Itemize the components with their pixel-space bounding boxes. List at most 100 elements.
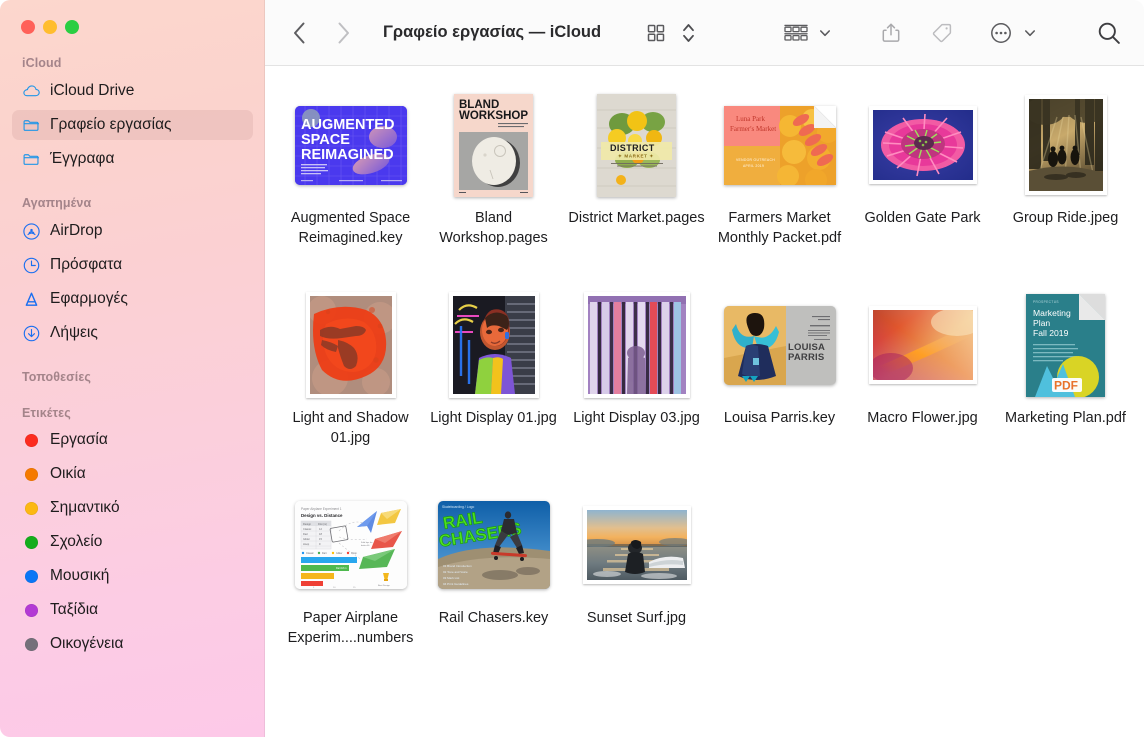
- minimize-window-button[interactable]: [43, 20, 57, 34]
- svg-text:better lift: better lift: [361, 544, 370, 547]
- light-display-01-thumbnail: [449, 292, 539, 398]
- thumbnail: Skateboarding / Logo RAIL CHASERS: [428, 490, 560, 600]
- sidebar-item-label: Έγγραφα: [50, 150, 114, 168]
- file-item[interactable]: Sunset Surf.jpg: [565, 484, 708, 684]
- sidebar-item-label: AirDrop: [50, 222, 103, 240]
- light-display-03-thumbnail: [584, 292, 690, 398]
- file-item[interactable]: BLAND WORKSHOP: [422, 84, 565, 284]
- svg-text:Dart: Dart: [303, 532, 308, 536]
- file-item[interactable]: Light and Shadow 01.jpg: [279, 284, 422, 484]
- sunset-surf-thumbnail: [583, 506, 691, 584]
- tag-dot-yellow-icon: [25, 502, 38, 515]
- more-actions-chevron[interactable]: [1020, 18, 1040, 48]
- file-name: Macro Flower.jpg: [854, 408, 992, 428]
- file-item[interactable]: Light Display 03.jpg: [565, 284, 708, 484]
- sidebar-item-downloads[interactable]: Λήψεις: [12, 318, 253, 348]
- sidebar-tag-home[interactable]: Οικία: [12, 460, 253, 488]
- share-button[interactable]: [877, 18, 905, 48]
- thumbnail: [571, 290, 703, 400]
- sidebar-item-label: Λήψεις: [50, 324, 98, 342]
- toolbar-share: [877, 18, 957, 48]
- sidebar-item-label: Εφαρμογές: [50, 290, 128, 308]
- sidebar-tag-travel[interactable]: Ταξίδια: [12, 596, 253, 624]
- svg-text:Classic: Classic: [306, 552, 315, 555]
- file-name: Paper Airplane Experim....numbers: [282, 608, 420, 648]
- thumbnail: [857, 90, 989, 200]
- sidebar-item-documents[interactable]: Έγγραφα: [12, 144, 253, 174]
- file-item[interactable]: Light Display 01.jpg: [422, 284, 565, 484]
- sidebar-item-label: Γραφείο εργασίας: [50, 116, 172, 134]
- back-button[interactable]: [287, 19, 311, 47]
- file-browser-content[interactable]: AUGMENTED SPACE REIMAGINED Aug: [265, 66, 1144, 737]
- file-item[interactable]: Golden Gate Park: [851, 84, 994, 284]
- tag-dot-red-icon: [25, 434, 38, 447]
- file-item[interactable]: LOUISA PARRIS Louisa Parr: [708, 284, 851, 484]
- view-stepper[interactable]: [678, 18, 699, 48]
- file-name: Bland Workshop.pages: [425, 208, 563, 248]
- group-by-button[interactable]: [779, 18, 813, 48]
- file-item[interactable]: Skateboarding / Logo RAIL CHASERS: [422, 484, 565, 684]
- file-name: Rail Chasers.key: [425, 608, 563, 628]
- forward-button[interactable]: [331, 19, 355, 47]
- thumbnail: [428, 290, 560, 400]
- sidebar-tag-music[interactable]: Μουσική: [12, 562, 253, 590]
- rail-chasers-thumbnail: Skateboarding / Logo RAIL CHASERS: [438, 501, 550, 589]
- icon-grid: AUGMENTED SPACE REIMAGINED Aug: [279, 84, 1136, 684]
- sidebar-section-favourites-title: Αγαπημένα: [0, 196, 265, 210]
- file-item[interactable]: PROSPECTUS Marketing Plan Fall 2019: [994, 284, 1137, 484]
- page-title: Γραφείο εργασίας — iCloud: [383, 23, 601, 42]
- svg-text:Farmer's Market: Farmer's Market: [730, 125, 776, 133]
- sidebar-item-applications[interactable]: Εφαρμογές: [12, 284, 253, 314]
- search-button[interactable]: [1092, 18, 1126, 48]
- group-by-chevron[interactable]: [815, 18, 835, 48]
- sidebar-tag-important[interactable]: Σημαντικό: [12, 494, 253, 522]
- thumbnail: BLAND WORKSHOP: [428, 90, 560, 200]
- bland-workshop-thumbnail: BLAND WORKSHOP: [454, 94, 533, 197]
- icon-view-button[interactable]: [642, 18, 670, 48]
- sidebar-item-desktop[interactable]: Γραφείο εργασίας: [12, 110, 253, 140]
- district-market-thumbnail: DISTRICT ✦ MARKET ✦: [597, 94, 676, 197]
- sidebar-tag-family[interactable]: Οικογένεια: [12, 630, 253, 658]
- svg-text:Best Design: Best Design: [378, 584, 391, 587]
- file-name: Augmented Space Reimagined.key: [282, 208, 420, 248]
- sidebar-item-recents[interactable]: Πρόσφατα: [12, 250, 253, 280]
- farmers-market-thumbnail: Luna Park Farmer's Market VENDOR OUTREAC…: [724, 106, 836, 185]
- sidebar-item-label: Ταξίδια: [50, 601, 98, 619]
- tag-button[interactable]: [927, 18, 957, 48]
- sidebar-item-airdrop[interactable]: AirDrop: [12, 216, 253, 246]
- file-item[interactable]: Paper Airplane Experiment 1 Design vs. D…: [279, 484, 422, 684]
- golden-gate-park-thumbnail: [869, 106, 977, 184]
- file-item[interactable]: Luna Park Farmer's Market VENDOR OUTREAC…: [708, 84, 851, 284]
- svg-text:Dist (m): Dist (m): [318, 522, 327, 526]
- tag-dot-orange-icon: [25, 468, 38, 481]
- sidebar-tag-work[interactable]: Εργασία: [12, 426, 253, 454]
- file-item[interactable]: Macro Flower.jpg: [851, 284, 994, 484]
- svg-text:Marketing: Marketing: [1033, 308, 1071, 318]
- file-name: Group Ride.jpeg: [997, 208, 1135, 228]
- svg-text:Design vs. Distance: Design vs. Distance: [301, 513, 343, 518]
- svg-text:01 Brand Introduction: 01 Brand Introduction: [443, 564, 472, 568]
- sidebar-scroll[interactable]: iCloud iCloud Drive Γραφείο εργασίας Έγγ…: [0, 33, 265, 658]
- svg-text:Design: Design: [303, 522, 312, 526]
- sidebar-item-label: Οικία: [50, 465, 86, 483]
- sidebar-section-tags-title: Ετικέτες: [0, 406, 265, 420]
- toolbar: Γραφείο εργασίας — iCloud: [265, 0, 1144, 66]
- maximize-window-button[interactable]: [65, 20, 79, 34]
- augmented-space-thumbnail: AUGMENTED SPACE REIMAGINED: [295, 106, 407, 185]
- file-item[interactable]: DISTRICT ✦ MARKET ✦ District Market.page…: [565, 84, 708, 284]
- file-name: Light Display 03.jpg: [568, 408, 706, 428]
- more-actions-button[interactable]: [985, 18, 1017, 48]
- file-item[interactable]: Group Ride.jpeg: [994, 84, 1137, 284]
- louisa-parris-thumbnail: LOUISA PARRIS: [724, 306, 836, 385]
- sidebar-tag-school[interactable]: Σχολείο: [12, 528, 253, 556]
- close-window-button[interactable]: [21, 20, 35, 34]
- file-item[interactable]: AUGMENTED SPACE REIMAGINED Aug: [279, 84, 422, 284]
- navigation-buttons: [287, 19, 355, 47]
- svg-text:✦ MARKET ✦: ✦ MARKET ✦: [618, 153, 654, 158]
- svg-text:03 Mark List: 03 Mark List: [443, 576, 460, 580]
- svg-text:Skateboarding / Logo: Skateboarding / Logo: [442, 505, 474, 509]
- sidebar-item-icloud-drive[interactable]: iCloud Drive: [12, 76, 253, 106]
- thumbnail: PROSPECTUS Marketing Plan Fall 2019: [1000, 290, 1132, 400]
- main-area: Γραφείο εργασίας — iCloud: [265, 0, 1144, 737]
- svg-text:SPACE: SPACE: [301, 132, 350, 148]
